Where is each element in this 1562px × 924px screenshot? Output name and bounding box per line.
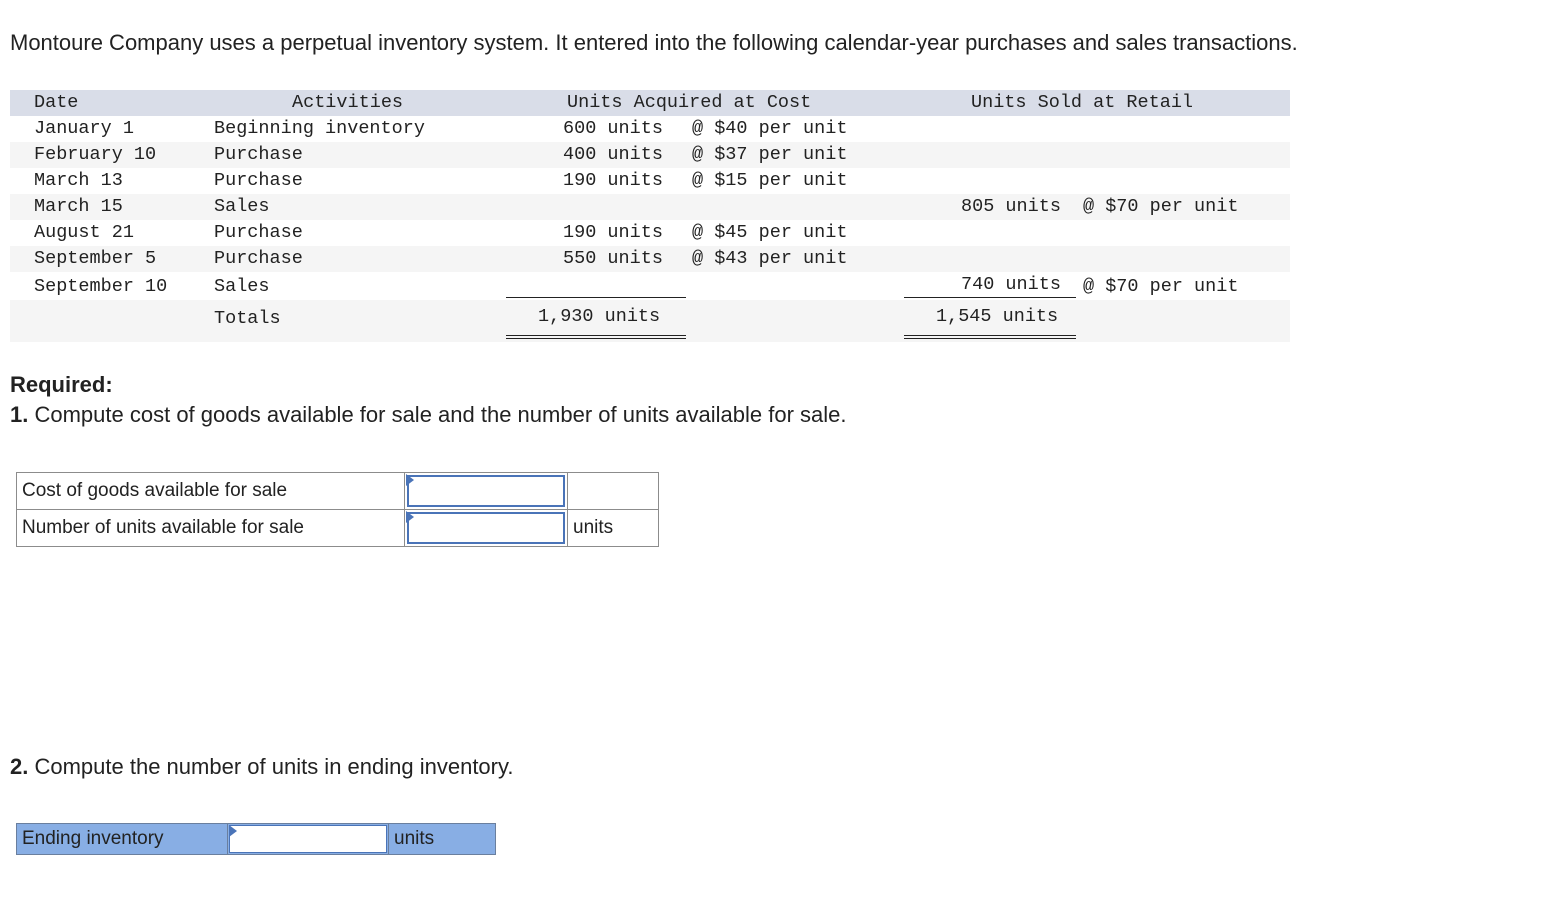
row-date: September 10 <box>34 276 168 297</box>
row-activity: Purchase <box>214 248 303 269</box>
row-date: January 1 <box>34 118 134 139</box>
table-row: March 15 Sales 805 units @ $70 per unit <box>10 194 1290 220</box>
units-available-label: Number of units available for sale <box>16 509 405 547</box>
table-row: August 21 Purchase 190 units @ $45 per u… <box>10 220 1290 246</box>
ending-inventory-input-cell <box>227 823 389 855</box>
sold-subtotal-rule <box>904 297 1076 298</box>
row-acq-price: @ $43 per unit <box>692 248 848 269</box>
row-acq-units: 550 units <box>563 248 663 269</box>
units-available-unit: units <box>567 509 659 547</box>
ending-inventory-unit: units <box>388 823 496 855</box>
cogs-unit <box>567 472 659 510</box>
acquired-total-double-rule <box>506 335 686 339</box>
answer-row-cogs: Cost of goods available for sale <box>16 472 659 510</box>
row-activity: Purchase <box>214 170 303 191</box>
header-date: Date <box>34 92 79 113</box>
row-activity: Purchase <box>214 222 303 243</box>
ending-inventory-input[interactable] <box>229 825 387 853</box>
units-available-input-cell <box>404 509 568 547</box>
intro-text: Montoure Company uses a perpetual invent… <box>10 30 1298 55</box>
row-acq-units: 190 units <box>563 222 663 243</box>
cogs-label: Cost of goods available for sale <box>16 472 405 510</box>
row-acq-price: @ $40 per unit <box>692 118 848 139</box>
input-flag-icon <box>406 474 414 486</box>
ending-inventory-label: Ending inventory <box>16 823 228 855</box>
table-row: February 10 Purchase 400 units @ $37 per… <box>10 142 1290 168</box>
answer-row-units: Number of units available for sale units <box>16 509 659 547</box>
table-row: September 5 Purchase 550 units @ $43 per… <box>10 246 1290 272</box>
row-sold-price: @ $70 per unit <box>1083 276 1239 297</box>
totals-label: Totals <box>214 308 281 329</box>
row-acq-units: 600 units <box>563 118 663 139</box>
question-2-text: Compute the number of units in ending in… <box>34 754 514 779</box>
sold-total-double-rule <box>904 335 1076 339</box>
row-activity: Sales <box>214 196 270 217</box>
row-acq-units: 190 units <box>563 170 663 191</box>
question-2: 2. Compute the number of units in ending… <box>10 754 513 780</box>
row-acq-units: 400 units <box>563 144 663 165</box>
row-sold-price: @ $70 per unit <box>1083 196 1239 217</box>
question-2-number: 2. <box>10 754 29 779</box>
row-activity: Sales <box>214 276 270 297</box>
required-heading: Required: <box>10 372 113 397</box>
table-row: March 13 Purchase 190 units @ $15 per un… <box>10 168 1290 194</box>
header-activities: Activities <box>292 92 404 113</box>
cogs-input-cell <box>404 472 568 510</box>
row-date: March 13 <box>34 170 123 191</box>
row-acq-price: @ $15 per unit <box>692 170 848 191</box>
row-sold-units: 740 units <box>961 274 1061 295</box>
row-date: August 21 <box>34 222 134 243</box>
totals-acq-units: 1,930 units <box>538 306 661 327</box>
answer-table-1: Cost of goods available for sale Number … <box>16 472 659 547</box>
row-activity: Purchase <box>214 144 303 165</box>
question-1-number: 1. <box>10 402 29 427</box>
input-flag-icon <box>229 825 237 837</box>
question-1: 1. Compute cost of goods available for s… <box>10 402 847 428</box>
table-header-row: Date Activities Units Acquired at Cost U… <box>10 90 1290 116</box>
row-acq-price: @ $45 per unit <box>692 222 848 243</box>
row-acq-price: @ $37 per unit <box>692 144 848 165</box>
acquired-subtotal-rule <box>506 297 686 298</box>
answer-table-2: Ending inventory units <box>16 823 496 855</box>
row-activity: Beginning inventory <box>214 118 425 139</box>
question-1-text: Compute cost of goods available for sale… <box>34 402 847 427</box>
row-date: September 5 <box>34 248 157 269</box>
table-row: January 1 Beginning inventory 600 units … <box>10 116 1290 142</box>
answer-row-ending-inventory: Ending inventory units <box>16 823 496 855</box>
header-acquired: Units Acquired at Cost <box>567 92 812 113</box>
units-available-input[interactable] <box>407 512 565 544</box>
row-date: February 10 <box>34 144 157 165</box>
cogs-input[interactable] <box>407 475 565 507</box>
row-date: March 15 <box>34 196 123 217</box>
input-flag-icon <box>406 511 414 523</box>
row-sold-units: 805 units <box>961 196 1061 217</box>
header-sold: Units Sold at Retail <box>971 92 1194 113</box>
totals-sold-units: 1,545 units <box>936 306 1059 327</box>
